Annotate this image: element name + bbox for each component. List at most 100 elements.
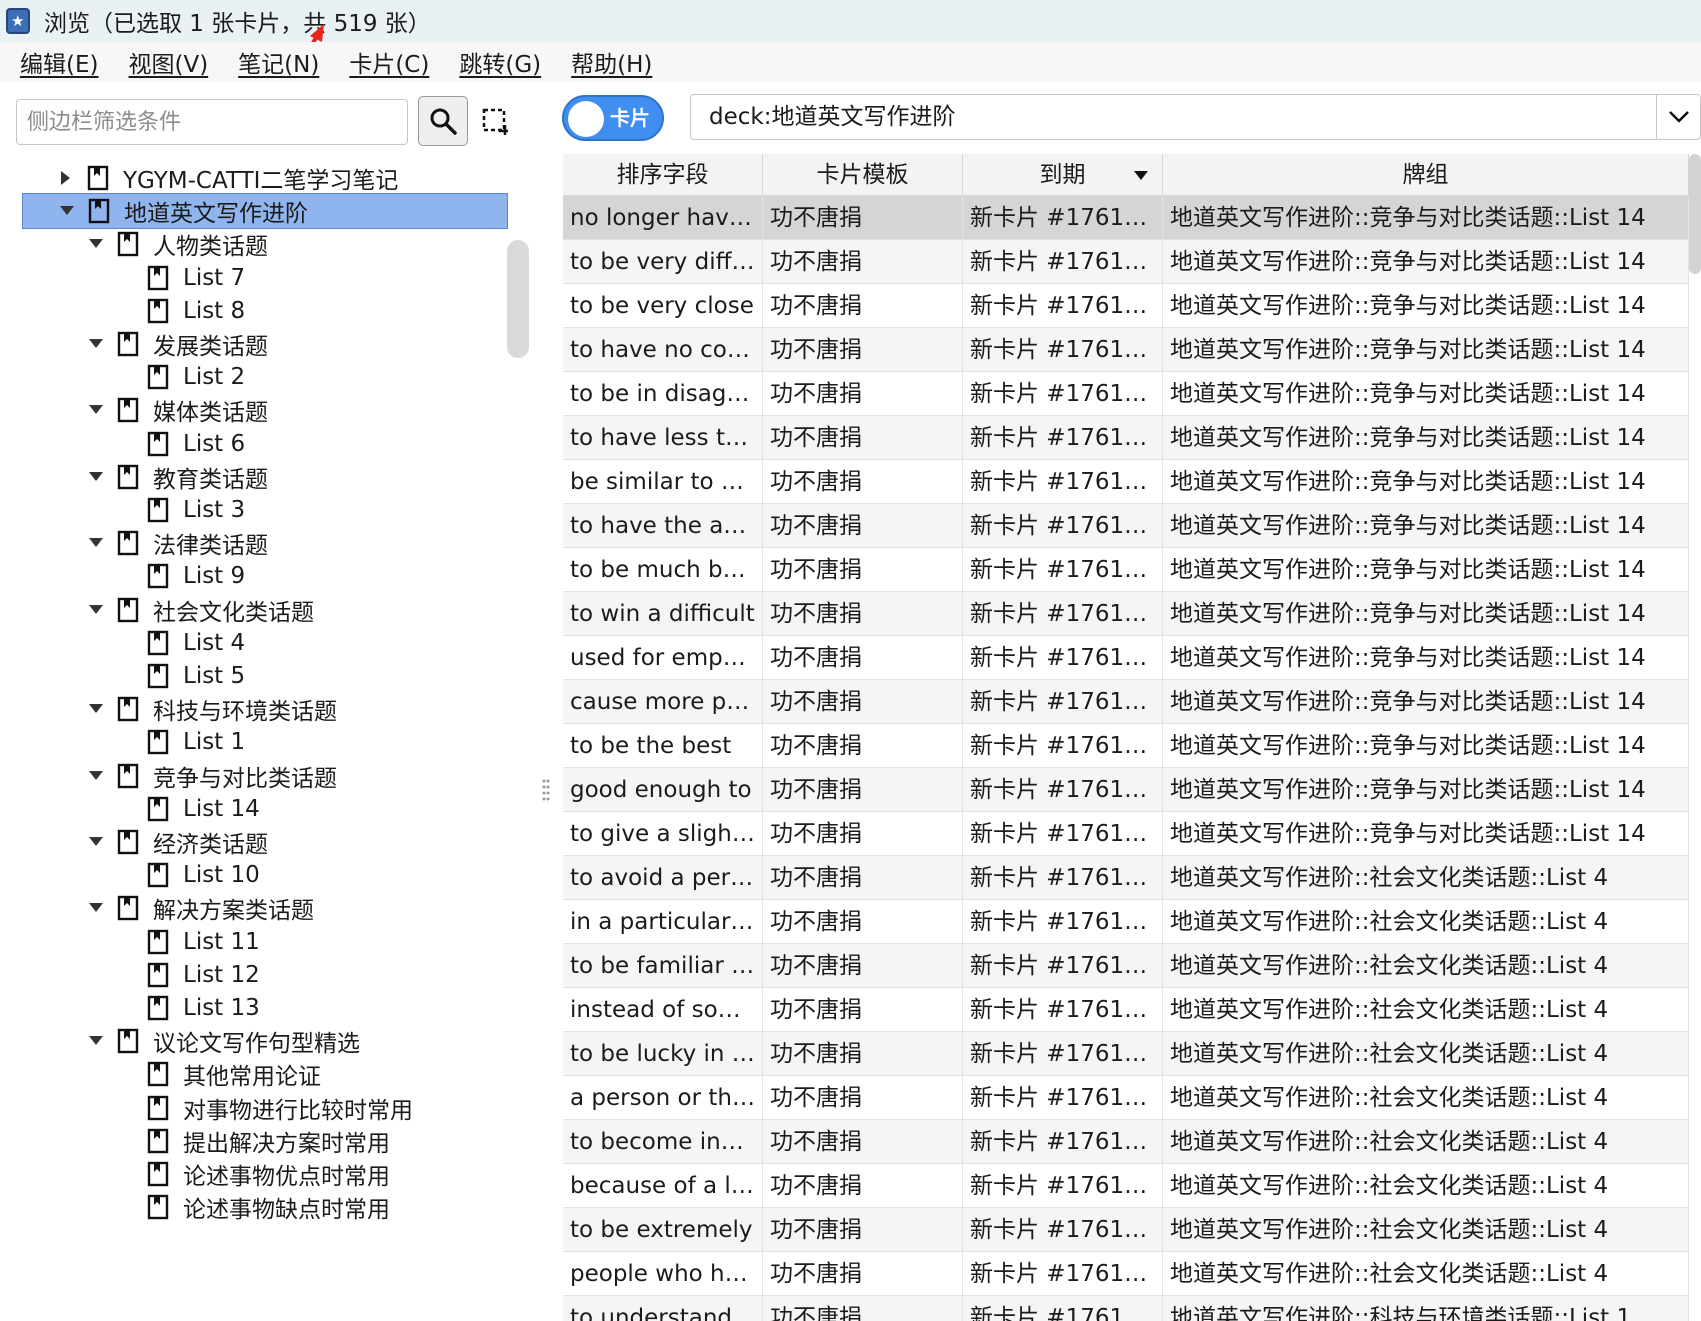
table-row[interactable]: to have no connection功不唐捐新卡片 #17610...地道… (563, 328, 1689, 372)
deck-tree-item[interactable]: List 14 (115, 791, 260, 827)
deck-tree-item[interactable]: List 10 (115, 857, 260, 893)
table-cell: instead of something (563, 988, 763, 1032)
deck-tree-item[interactable]: List 5 (115, 658, 245, 694)
expand-arrow-icon[interactable] (85, 226, 107, 262)
table-cell: 地道英文写作进阶::社会文化类话题::List 4 (1163, 1076, 1689, 1120)
deck-tree-item[interactable]: 解决方案类话题 (85, 890, 314, 926)
menu-item-2[interactable]: 笔记(N) (238, 45, 319, 79)
deck-tree-item[interactable]: List 4 (115, 625, 245, 661)
sidebar-filter-input[interactable] (16, 99, 408, 145)
deck-tree-item[interactable]: 法律类话题 (85, 525, 268, 561)
menu-item-1[interactable]: 视图(V) (128, 45, 208, 79)
expand-arrow-icon[interactable] (85, 392, 107, 428)
table-row[interactable]: a person or thing 功不唐捐 新卡片 #17610... 地道英文写作… (563, 1076, 1689, 1120)
table-row[interactable]: in a particular way 功不唐捐 新卡片 #17610... 地道英文… (563, 900, 1689, 944)
table-scrollbar[interactable] (1689, 154, 1701, 274)
search-query-text[interactable]: deck:地道英文写作进阶 (709, 95, 955, 139)
selection-mode-icon[interactable] (482, 108, 510, 136)
expand-arrow-icon[interactable] (85, 525, 107, 561)
table-row[interactable]: to avoid a person 功不唐捐 新卡片 #17610... 地道英文写作… (563, 856, 1689, 900)
deck-tree-item[interactable]: 论述事物缺点时常用 (115, 1189, 390, 1225)
expand-arrow-icon[interactable] (85, 459, 107, 495)
table-cell: to be in disagreement (563, 372, 763, 416)
menu-item-4[interactable]: 跳转(G) (459, 45, 541, 79)
table-row[interactable]: to have less than 功不唐捐 新卡片 #17610... 地道英文写作… (563, 416, 1689, 460)
table-row[interactable]: to give a slight advantage功不唐捐新卡片 #17610… (563, 812, 1689, 856)
deck-tree-item[interactable]: List 7 (115, 260, 245, 296)
collapse-arrow-icon[interactable] (55, 160, 77, 196)
table-row[interactable]: to be extremely 功不唐捐 新卡片 #17610... 地道英文写作进阶… (563, 1208, 1689, 1252)
table-row[interactable]: people who have 功不唐捐 新卡片 #17610... 地道英文写作进阶… (563, 1252, 1689, 1296)
deck-tree-item[interactable]: 人物类话题 (85, 226, 268, 262)
table-row[interactable]: used for emphasis 功不唐捐 新卡片 #17610... 地道英文写作… (563, 636, 1689, 680)
deck-tree-item[interactable]: List 11 (115, 924, 260, 960)
table-row[interactable]: to be much better 功不唐捐 新卡片 #17610... 地道英文写作… (563, 548, 1689, 592)
table-cell: 新卡片 #17610... (963, 1076, 1163, 1120)
deck-tree-item[interactable]: 其他常用论证 (115, 1056, 321, 1092)
table-row[interactable]: to understand 功不唐捐 新卡片 #17610... 地道英文写作进阶::… (563, 1296, 1689, 1321)
search-button[interactable] (418, 96, 468, 146)
expand-arrow-icon[interactable] (85, 326, 107, 362)
menu-item-0[interactable]: 编辑(E) (20, 45, 98, 79)
deck-tree-item[interactable]: List 13 (115, 990, 260, 1026)
table-row[interactable]: because of a lack 功不唐捐 新卡片 #17610... 地道英文写作… (563, 1164, 1689, 1208)
deck-tree-item[interactable]: YGYM-CATTI二笔学习笔记 (55, 160, 398, 196)
deck-tree-item[interactable]: 社会文化类话题 (85, 592, 314, 628)
deck-tree-label: List 1 (183, 729, 246, 756)
deck-icon (147, 497, 169, 523)
expand-arrow-icon[interactable] (85, 824, 107, 860)
menu-item-3[interactable]: 卡片(C) (349, 45, 429, 79)
deck-tree-item[interactable]: 提出解决方案时常用 (115, 1123, 390, 1159)
table-row[interactable]: be similar to something功不唐捐新卡片 #17610...… (563, 460, 1689, 504)
deck-tree-item[interactable]: 竞争与对比类话题 (85, 758, 337, 794)
deck-tree-item[interactable]: 对事物进行比较时常用 (115, 1090, 413, 1126)
table-row[interactable]: instead of something功不唐捐新卡片 #17610...地道英… (563, 988, 1689, 1032)
table-row[interactable]: cause more problems功不唐捐新卡片 #17610...地道英文… (563, 680, 1689, 724)
deck-tree-item[interactable]: 科技与环境类话题 (85, 691, 337, 727)
search-query-box[interactable]: deck:地道英文写作进阶 (690, 94, 1701, 140)
table-cell: 新卡片 #17610... (963, 1164, 1163, 1208)
deck-tree-item[interactable]: 论述事物优点时常用 (115, 1156, 390, 1192)
deck-tree-item[interactable]: List 12 (115, 957, 260, 993)
deck-tree-item[interactable]: List 3 (115, 492, 245, 528)
column-header-0[interactable]: 排序字段 (563, 154, 763, 196)
expand-arrow-icon[interactable] (85, 890, 107, 926)
toggle-label: 卡片 (610, 106, 650, 130)
menu-item-5[interactable]: 帮助(H) (571, 45, 652, 79)
splitter-handle-icon[interactable] (541, 778, 551, 804)
deck-tree-item[interactable]: 议论文写作句型精选 (85, 1023, 360, 1059)
table-row[interactable]: good enough to 功不唐捐 新卡片 #17610... 地道英文写作进阶:… (563, 768, 1689, 812)
table-row[interactable]: no longer having the功不唐捐新卡片 #17611...地道英… (563, 196, 1689, 240)
expand-arrow-icon[interactable] (85, 758, 107, 794)
deck-tree-item[interactable]: List 6 (115, 426, 245, 462)
expand-arrow-icon[interactable] (85, 691, 107, 727)
deck-tree-item[interactable]: List 9 (115, 558, 245, 594)
table-row[interactable]: to become ineffective功不唐捐新卡片 #17610...地道… (563, 1120, 1689, 1164)
query-dropdown-button[interactable] (1656, 95, 1700, 139)
deck-tree-item[interactable]: 教育类话题 (85, 459, 268, 495)
deck-tree-item[interactable]: 发展类话题 (85, 326, 268, 362)
column-header-1[interactable]: 卡片模板 (763, 154, 963, 196)
table-row[interactable]: to win a difficult 功不唐捐 新卡片 #17610... 地道英文写… (563, 592, 1689, 636)
table-row[interactable]: to be the best 功不唐捐 新卡片 #17610... 地道英文写作进阶:… (563, 724, 1689, 768)
expand-arrow-icon[interactable] (85, 1023, 107, 1059)
expand-arrow-icon[interactable] (85, 592, 107, 628)
deck-tree-item[interactable]: 地道英文写作进阶 (22, 193, 508, 230)
column-header-3[interactable]: 牌组 (1163, 154, 1689, 196)
deck-tree-item[interactable]: List 1 (115, 724, 245, 760)
deck-tree-item[interactable]: 媒体类话题 (85, 392, 268, 428)
cards-notes-toggle[interactable]: 卡片 (562, 95, 664, 141)
search-icon (430, 108, 457, 135)
table-row[interactable]: to have the advantage功不唐捐新卡片 #17610...地道… (563, 504, 1689, 548)
table-row[interactable]: to be in disagreement功不唐捐新卡片 #17610...地道… (563, 372, 1689, 416)
deck-tree-item[interactable]: List 2 (115, 359, 245, 395)
table-row[interactable]: to be very close 功不唐捐 新卡片 #17610... 地道英文写作进… (563, 284, 1689, 328)
sidebar-scrollbar[interactable] (507, 240, 529, 358)
table-row[interactable]: to be lucky in having功不唐捐新卡片 #17610...地道… (563, 1032, 1689, 1076)
column-header-2[interactable]: 到期 (963, 154, 1163, 196)
expand-arrow-icon[interactable] (56, 193, 78, 229)
table-row[interactable]: to be very different功不唐捐新卡片 #17610...地道英… (563, 240, 1689, 284)
table-row[interactable]: to be familiar with 功不唐捐 新卡片 #17610... 地道英文… (563, 944, 1689, 988)
deck-tree-item[interactable]: List 8 (115, 293, 245, 329)
deck-tree-item[interactable]: 经济类话题 (85, 824, 268, 860)
